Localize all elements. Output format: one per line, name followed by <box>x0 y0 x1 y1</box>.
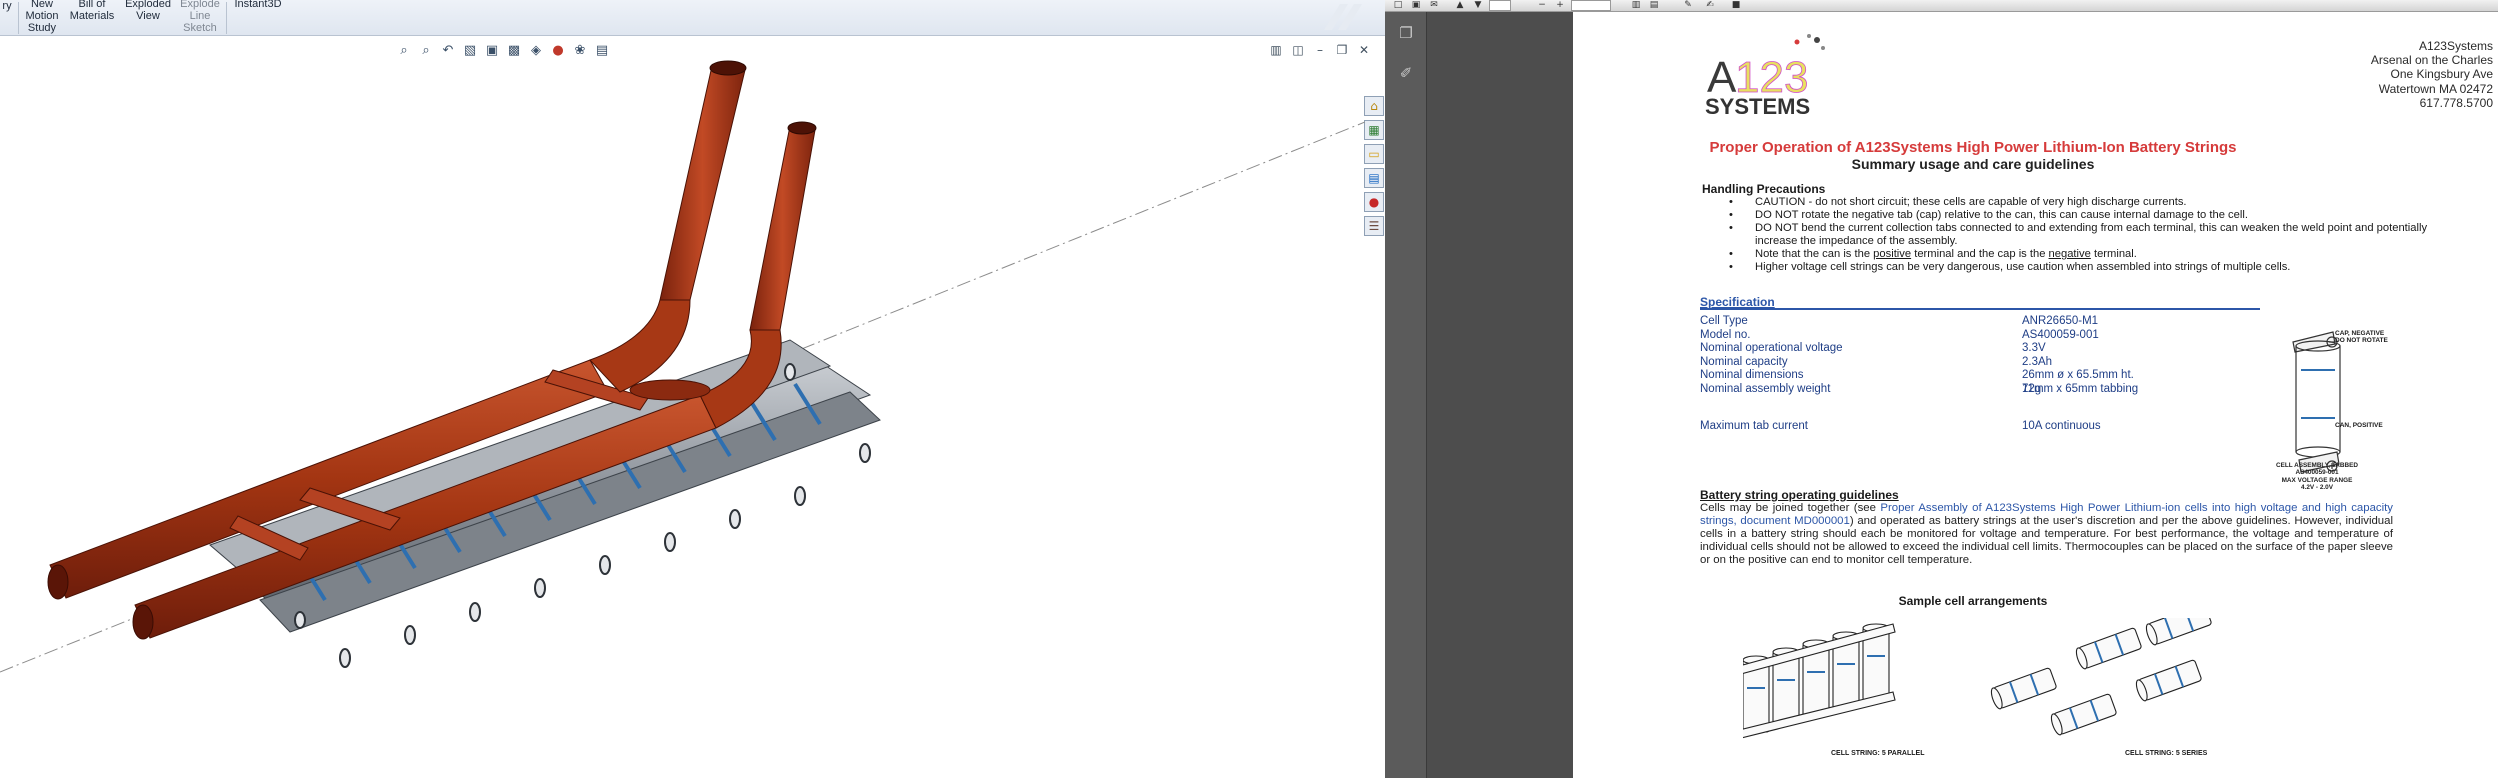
spec-row: Nominal capacity 2.3Ah <box>1700 355 2053 368</box>
spec-row: Cell Type ANR26650-M1 <box>1700 315 2099 327</box>
pdf-document-gutter <box>1428 12 1572 778</box>
specification-rule <box>1700 308 2260 310</box>
appearances-icon[interactable]: ● <box>1364 192 1384 212</box>
comment-icon[interactable]: ✎ <box>1681 0 1695 11</box>
save-icon[interactable]: □ <box>1391 0 1405 11</box>
battery-string-heading: Battery string operating guidelines <box>1700 488 1899 502</box>
series-string-caption: CELL STRING: 5 SERIES <box>2125 750 2208 757</box>
specification-table: Cell Type ANR26650-M1 Model no. AS400059-0… <box>1700 315 2140 434</box>
company-address: A123Systems Arsenal on the Charles One K… <box>2198 39 2498 110</box>
3d-model-viewport[interactable] <box>0 0 1365 778</box>
list-item: DO NOT rotate the negative tab (cap) rel… <box>1729 209 2445 222</box>
view-palette-icon[interactable]: ▤ <box>1364 168 1384 188</box>
spec-row: Nominal operational voltage 3.3V <box>1700 342 2046 354</box>
cad-window: ry New Motion Study Bill of Materials Ex… <box>0 0 1385 778</box>
document-title: Proper Operation of A123Systems High Pow… <box>1709 139 2237 156</box>
address-line: A123Systems <box>2418 39 2493 53</box>
print-icon[interactable]: ▣ <box>1409 0 1423 11</box>
custom-properties-icon[interactable]: ☰ <box>1364 216 1384 236</box>
handling-precautions-heading: Handling Precautions <box>1702 182 1826 196</box>
parallel-string-drawing <box>1743 623 1896 739</box>
attachments-icon[interactable]: ✐ <box>1395 62 1417 84</box>
design-library-icon[interactable]: ▦ <box>1364 120 1384 140</box>
spec-row: Maximum tab current 10A continuous <box>1700 420 2101 432</box>
desktop: ry New Motion Study Bill of Materials Ex… <box>0 0 2498 778</box>
tools-icon[interactable]: ■ <box>1729 0 1743 11</box>
task-pane-tabs: ⌂ ▦ ▭ ▤ ● ☰ <box>1364 96 1385 236</box>
list-item: DO NOT bend the current collection tabs … <box>1729 222 2445 248</box>
address-line: Arsenal on the Charles <box>2370 53 2493 68</box>
sample-arrangements-heading: Sample cell arrangements <box>1898 594 2048 608</box>
list-item: CAUTION - do not short circuit; these ce… <box>1729 196 2445 209</box>
file-explorer-icon[interactable]: ▭ <box>1364 144 1384 164</box>
fit-page-icon[interactable]: ▥ <box>1629 0 1643 11</box>
pdf-reader-window: □ ▣ ✉ ▲ ▼ − + ▥ ▤ ✎ ✍ ■ ❐ ✐ A 123 SYSTEM… <box>1385 0 2498 778</box>
handling-precautions-list: CAUTION - do not short circuit; these ce… <box>1729 196 2445 274</box>
address-line: 617.778.5700 <box>2419 95 2493 110</box>
next-page-icon[interactable]: ▼ <box>1471 0 1485 11</box>
zoom-out-icon[interactable]: − <box>1535 0 1549 11</box>
document-subtitle: Summary usage and care guidelines <box>1851 156 2095 172</box>
series-string-drawing <box>1990 618 2212 736</box>
list-item: Note that the can is the positive termin… <box>1729 248 2445 261</box>
spec-row: Nominal assembly weight 72g <box>1700 383 2042 395</box>
zoom-in-icon[interactable]: + <box>1553 0 1567 11</box>
cell-assembly-caption: CELL ASSEMBLY, TABBED AS400059-001 MAX V… <box>2275 462 2359 492</box>
zoom-field[interactable] <box>1571 0 1611 11</box>
parallel-string-caption: CELL STRING: 5 PARALLEL <box>1831 750 1925 757</box>
sample-arrangement-drawings <box>1743 618 2212 739</box>
fit-width-icon[interactable]: ▤ <box>1647 0 1661 11</box>
logo-systems: SYSTEMS <box>1705 94 1810 119</box>
battery-string-paragraph: Cells may be joined together (see Proper… <box>1700 502 2394 566</box>
prev-page-icon[interactable]: ▲ <box>1453 0 1467 11</box>
address-line: One Kingsbury Ave <box>2390 67 2493 82</box>
can-positive-label: CAN, POSITIVE <box>2335 422 2383 429</box>
specification-heading: Specification <box>1700 295 1775 309</box>
email-icon[interactable]: ✉ <box>1427 0 1441 11</box>
cap-negative-label: CAP, NEGATIVE DO NOT ROTATE <box>2335 330 2388 344</box>
list-item: Higher voltage cell strings can be very … <box>1729 261 2445 274</box>
a123-logo: A 123 SYSTEMS <box>1705 34 1825 119</box>
pdf-navigation-panel: ❐ ✐ <box>1385 12 1427 778</box>
sign-icon[interactable]: ✍ <box>1703 0 1717 11</box>
pages-icon[interactable]: ❐ <box>1395 22 1417 44</box>
home-icon[interactable]: ⌂ <box>1364 96 1384 116</box>
address-line: Watertown MA 02472 <box>2378 81 2493 96</box>
page-number-field[interactable] <box>1489 0 1511 11</box>
spec-row: Model no. AS400059-001 <box>1700 328 2099 341</box>
pdf-page: A 123 SYSTEMS A123Systems Arsenal on the… <box>1573 12 2498 778</box>
pdf-toolbar: □ ▣ ✉ ▲ ▼ − + ▥ ▤ ✎ ✍ ■ <box>1385 0 2498 12</box>
